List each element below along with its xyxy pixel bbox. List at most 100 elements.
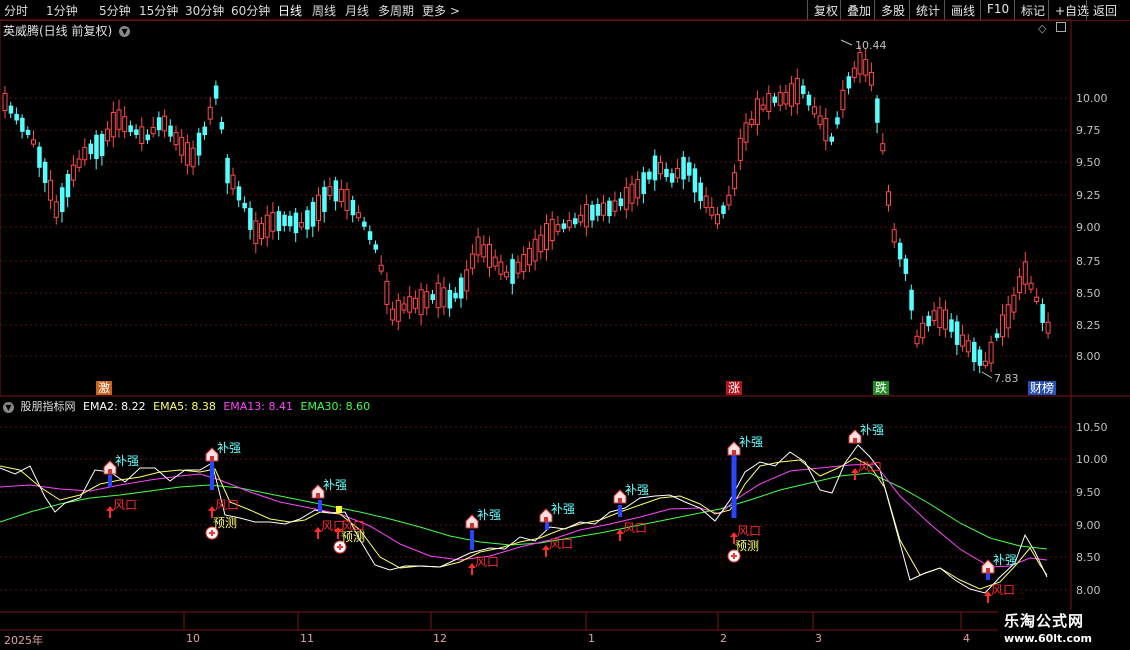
candle-body-up [264, 214, 270, 238]
high-marker-line [840, 39, 853, 46]
ema30-value: EMA30: 8.60 [300, 400, 371, 413]
candle-body-up [789, 83, 795, 107]
candle-body-up [230, 174, 236, 190]
candle-body-down [595, 204, 601, 216]
strong-label: 补强 [323, 478, 347, 492]
candle-body-up [515, 261, 521, 274]
candle-body-down [99, 133, 105, 157]
candle-body-up [316, 194, 321, 221]
candle-body-up [817, 115, 823, 125]
candle-body-down [977, 349, 983, 366]
indicator-tick: 9.50 [1076, 486, 1101, 499]
indicator-tick: 9.00 [1076, 519, 1101, 532]
candle-body-down [219, 122, 225, 130]
candle-body-down [721, 205, 726, 214]
candle-body-up [658, 161, 663, 175]
candle-body-up [629, 183, 635, 204]
event-tag-zhang[interactable]: 涨 [726, 381, 743, 395]
candle-body-up [504, 271, 510, 278]
candle-body-down [367, 231, 373, 240]
strong-house-door-icon [853, 438, 857, 443]
candle-body-down [846, 76, 852, 89]
candle-body-down [875, 98, 880, 123]
candle-body-down [37, 146, 42, 168]
candle-body-up [76, 158, 82, 168]
candle-body-down [669, 173, 675, 183]
high-price-label: 10.44 [855, 39, 887, 52]
candle-body-up [732, 172, 738, 190]
price-axis: 10.00 9.75 9.50 9.25 9.00 8.75 8.50 8.25… [1076, 92, 1108, 363]
candle-body-down [88, 143, 93, 155]
event-tag-ji[interactable]: 激 [96, 381, 113, 395]
candle-body-up [395, 299, 401, 322]
candle-body-down [134, 129, 139, 135]
event-tag-die[interactable]: 跌 [873, 381, 890, 395]
candle-body-up [891, 229, 897, 243]
candle-body-up [327, 186, 333, 196]
candle-body-up [1005, 304, 1011, 329]
candle-body-down [829, 136, 834, 142]
candle-body-down [652, 155, 658, 181]
candle-body-up [914, 335, 920, 345]
chevron-down-icon[interactable]: ▼ [3, 401, 14, 413]
watermark-url: www.60lt.com [1004, 632, 1093, 645]
candle-body-down [897, 242, 903, 260]
event-tag-caibang[interactable]: 财榜 [1028, 381, 1057, 395]
candle-body-down [692, 168, 698, 193]
candle-body-up [1017, 276, 1023, 294]
candle-body-up [498, 261, 504, 275]
candle-body-down [42, 161, 48, 183]
candle-body-down [282, 214, 287, 226]
candle-body-up [583, 203, 589, 228]
ema2-value: EMA2: 8.22 [83, 400, 146, 413]
candle-body-up [766, 93, 772, 113]
candle-body-up [122, 116, 128, 133]
candle-body-up [937, 307, 943, 328]
candle-body-up [840, 89, 846, 111]
candle-body-up [743, 122, 749, 143]
candle-body-down [362, 221, 367, 227]
candle-body-up [139, 126, 145, 145]
candle-body-up [48, 179, 54, 201]
candle-body-up [851, 67, 857, 79]
candle-body-up [612, 200, 618, 212]
strong-label: 补强 [477, 508, 501, 522]
chart-canvas: 10.44 7.83 10.00 9.75 9.50 9.25 9.00 8.7… [0, 19, 1130, 631]
candle-body-down [1040, 304, 1045, 323]
watermark-title: 乐淘公式网 [1004, 612, 1085, 630]
date-label-nov: 11 [300, 632, 314, 645]
candle-body-up [857, 52, 863, 75]
indicator-title: ▼ 股朋指标网 EMA2: 8.22 EMA5: 8.38 EMA13: 8.4… [3, 398, 370, 414]
candle-body-up [623, 187, 629, 210]
candle-body-up [116, 109, 122, 130]
candle-body-up [823, 118, 829, 142]
candle-body-down [607, 200, 612, 217]
date-label-oct: 10 [186, 632, 200, 645]
candle-body-up [475, 236, 481, 256]
candle-body-up [53, 201, 59, 218]
candle-body-up [982, 360, 988, 367]
candle-body-up [749, 118, 755, 125]
price-tick: 9.25 [1076, 189, 1101, 202]
strong-house-door-icon [732, 450, 736, 455]
wind-label: 风口 [737, 524, 761, 538]
candle-body-down [225, 157, 230, 184]
ema13-value: EMA13: 8.41 [223, 400, 294, 413]
price-tick: 8.50 [1076, 287, 1101, 300]
wind-label: 风口 [549, 537, 573, 551]
strong-label: 补强 [860, 423, 884, 437]
candle-body-up [179, 136, 185, 156]
candle-body-up [105, 128, 111, 142]
strong-label: 补强 [551, 502, 575, 516]
signal-bar-yellow [336, 506, 342, 513]
candle-body-up [390, 308, 396, 321]
candle-body-up [988, 341, 994, 364]
candle-body-down [305, 210, 310, 230]
candle-body-down [510, 259, 515, 284]
candle-body-down [276, 211, 282, 232]
predict-label: 预测 [213, 516, 237, 530]
candle-body-up [1028, 282, 1034, 290]
candle-body-up [965, 340, 971, 353]
candle-body-down [20, 117, 25, 132]
candle-body-down [618, 198, 624, 207]
